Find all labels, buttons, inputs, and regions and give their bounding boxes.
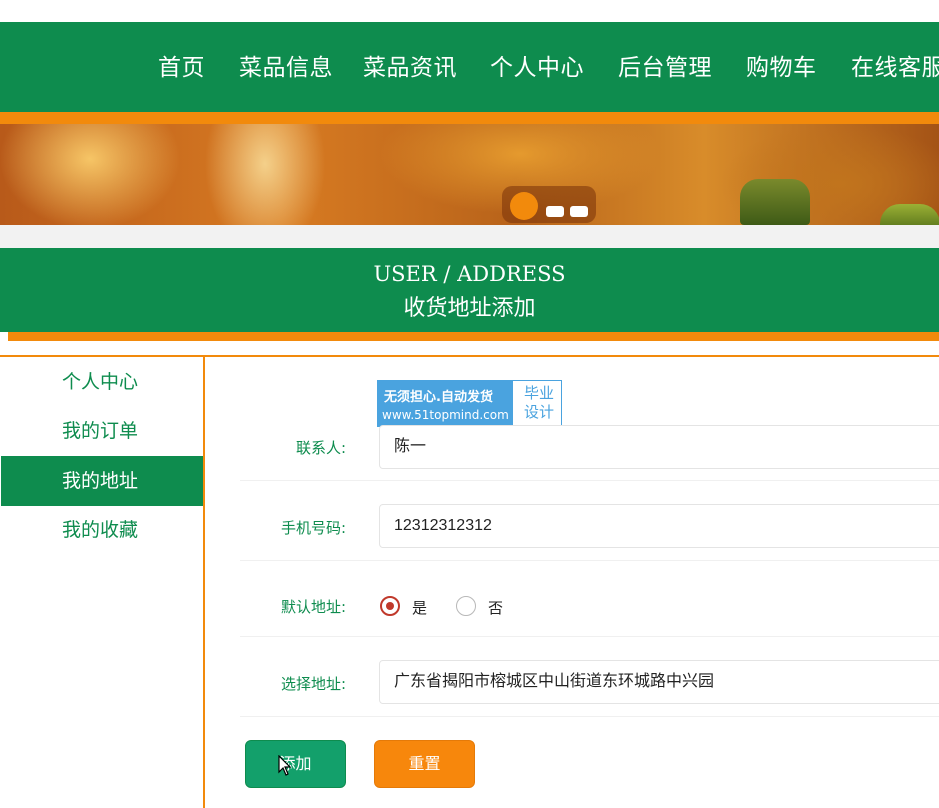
nav-item-dish-news[interactable]: 菜品资讯 <box>363 48 457 82</box>
default-yes-radio[interactable] <box>380 596 400 616</box>
nav-accent-strip <box>0 112 939 124</box>
default-no-label: 否 <box>488 599 504 617</box>
sidebar-item-label: 我的地址 <box>62 470 139 492</box>
sidebar-item-label: 个人中心 <box>62 371 139 393</box>
contact-label: 联系人: <box>295 439 346 457</box>
banner-image-detail <box>880 204 939 225</box>
nav-item-admin[interactable]: 后台管理 <box>618 48 712 82</box>
nav-item-cart[interactable]: 购物车 <box>746 48 817 82</box>
section-title-cn: 收货地址添加 <box>403 296 536 321</box>
sidebar-item-personal-center[interactable]: 个人中心 <box>1 357 203 407</box>
sidebar: 个人中心 我的订单 我的地址 我的收藏 <box>0 357 203 808</box>
watermark-left: 无须担心.自动发货 www.51topmind.com <box>378 381 513 426</box>
watermark-right-bottom: 设计 <box>523 403 554 421</box>
watermark-right: 毕业 设计 <box>518 384 560 422</box>
address-label: 选择地址: <box>280 675 346 693</box>
carousel-dot[interactable] <box>546 206 564 217</box>
nav-item-personal-center[interactable]: 个人中心 <box>490 48 584 82</box>
contact-input[interactable]: 陈一 <box>379 425 939 469</box>
sidebar-divider <box>203 357 205 808</box>
default-yes-label: 是 <box>412 599 428 617</box>
watermark-right-top: 毕业 <box>523 384 554 402</box>
add-button[interactable]: 添加 <box>245 740 346 788</box>
phone-input[interactable]: 12312312312 <box>379 504 939 548</box>
sidebar-item-my-orders[interactable]: 我的订单 <box>1 406 203 456</box>
watermark-logo: 无须担心.自动发货 www.51topmind.com 毕业 设计 <box>377 380 562 427</box>
section-header-underline <box>8 332 939 341</box>
watermark-url: www.51topmind.com <box>382 408 509 422</box>
nav-item-online-service[interactable]: 在线客服 <box>851 48 939 82</box>
section-title-en: USER / ADDRESS <box>373 262 566 286</box>
nav-item-dish-info[interactable]: 菜品信息 <box>239 48 333 82</box>
carousel-dot-active[interactable] <box>510 192 538 220</box>
watermark-slogan: 无须担心.自动发货 <box>384 390 493 405</box>
row-divider <box>240 560 939 561</box>
banner-carousel <box>0 124 939 225</box>
default-address-label: 默认地址: <box>280 598 346 616</box>
sidebar-item-label: 我的订单 <box>62 420 139 442</box>
sidebar-item-label: 我的收藏 <box>62 519 139 541</box>
carousel-indicators <box>502 186 596 223</box>
carousel-dot[interactable] <box>570 206 588 217</box>
nav-item-home[interactable]: 首页 <box>158 48 205 82</box>
sidebar-item-my-address[interactable]: 我的地址 <box>1 456 203 506</box>
top-nav: 首页 菜品信息 菜品资讯 个人中心 后台管理 购物车 在线客服 <box>0 22 939 112</box>
banner-image-detail <box>740 179 810 225</box>
sidebar-item-my-favorites[interactable]: 我的收藏 <box>1 505 203 555</box>
spacer <box>0 225 939 248</box>
row-divider <box>240 480 939 481</box>
section-header: USER / ADDRESS 收货地址添加 <box>0 248 939 332</box>
row-divider <box>240 716 939 717</box>
address-select[interactable]: 广东省揭阳市榕城区中山街道东环城路中兴园 <box>379 660 939 704</box>
mouse-cursor-icon <box>278 755 292 776</box>
default-no-radio[interactable] <box>456 596 476 616</box>
reset-button[interactable]: 重置 <box>374 740 475 788</box>
row-divider <box>240 636 939 637</box>
phone-label: 手机号码: <box>280 519 346 537</box>
